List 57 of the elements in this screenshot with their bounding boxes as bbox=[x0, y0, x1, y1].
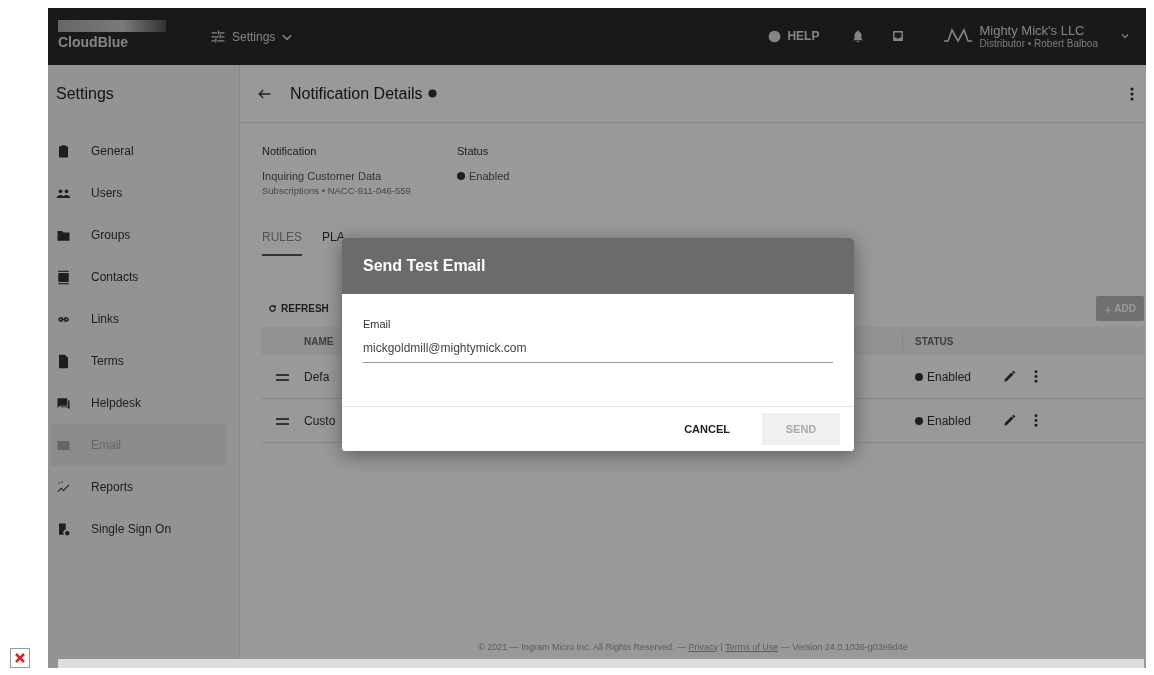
account-role: Distributor • Robert Balboa bbox=[979, 38, 1098, 50]
building-gear-icon bbox=[56, 521, 71, 537]
sidebar-title: Settings bbox=[48, 65, 239, 123]
account-menu[interactable]: Mighty Mick's LLC Distributor • Robert Balboa bbox=[943, 23, 1130, 50]
more-icon bbox=[1034, 414, 1038, 428]
separator: | bbox=[720, 641, 723, 652]
clipboard-icon bbox=[56, 143, 71, 159]
table-cell-text: Enabled bbox=[927, 368, 972, 386]
pencil-icon bbox=[1003, 414, 1016, 428]
tab[interactable]: RULES bbox=[262, 228, 302, 257]
cancel-button[interactable]: CANCEL bbox=[678, 419, 736, 439]
table-cell-text: Defa bbox=[304, 368, 330, 386]
module-menu[interactable]: Settings bbox=[210, 27, 294, 46]
table-cell-text: Enabled bbox=[927, 412, 972, 430]
email-field[interactable]: mickgoldmill@mightymick.com bbox=[363, 336, 833, 363]
refresh-icon bbox=[268, 304, 277, 314]
notification-subtitle: Subscriptions • NACC-911-046-559 bbox=[262, 184, 412, 198]
dialog-title: Send Test Email bbox=[342, 238, 854, 294]
drag-handle-icon bbox=[276, 373, 289, 382]
column-header: STATUS bbox=[915, 334, 954, 349]
notification-name: Inquiring Customer Data bbox=[262, 168, 383, 184]
account-name: Mighty Mick's LLC bbox=[979, 23, 1086, 39]
status-text: Enabled bbox=[469, 168, 510, 184]
sidebar-item[interactable]: Links bbox=[50, 298, 226, 340]
more-icon bbox=[1034, 370, 1038, 384]
sidebar-item[interactable]: General bbox=[50, 130, 226, 172]
broken-image-icon bbox=[10, 648, 30, 668]
inbox-icon bbox=[891, 29, 906, 44]
status-dot bbox=[915, 372, 923, 381]
sidebar-item[interactable]: Single Sign On bbox=[50, 508, 226, 550]
status-dot bbox=[915, 416, 923, 425]
chat-icon bbox=[56, 395, 71, 411]
sidebar-item[interactable]: Helpdesk bbox=[50, 382, 226, 424]
drag-handle-icon bbox=[276, 417, 289, 426]
scrollbar[interactable] bbox=[58, 659, 1144, 668]
sliders-icon bbox=[210, 28, 226, 45]
sidebar-item[interactable]: Contacts bbox=[50, 256, 226, 298]
sidebar-item[interactable]: Reports bbox=[50, 466, 226, 508]
page-title: Notification Details bbox=[290, 83, 423, 104]
status-dot bbox=[457, 171, 465, 180]
table-cell-text: Custo bbox=[304, 412, 336, 430]
more-icon bbox=[1130, 86, 1134, 101]
contact-card-icon bbox=[56, 269, 71, 285]
plus-icon bbox=[1103, 305, 1112, 314]
brand-name: CloudBlue bbox=[58, 33, 129, 52]
sidebar-item[interactable]: Users bbox=[50, 172, 226, 214]
help-button[interactable]: HELP bbox=[762, 26, 826, 47]
chart-icon bbox=[56, 479, 71, 495]
logo-bar-icon bbox=[58, 20, 166, 32]
sidebar-item[interactable]: Groups bbox=[50, 214, 226, 256]
field-label: Status bbox=[457, 144, 490, 159]
refresh-button[interactable]: REFRESH bbox=[262, 301, 335, 317]
pencil-icon bbox=[1003, 370, 1016, 384]
field-label: Email bbox=[363, 317, 392, 332]
sidebar-item[interactable]: Terms bbox=[50, 340, 226, 382]
field-label: Notification bbox=[262, 144, 318, 159]
document-icon bbox=[56, 353, 71, 369]
